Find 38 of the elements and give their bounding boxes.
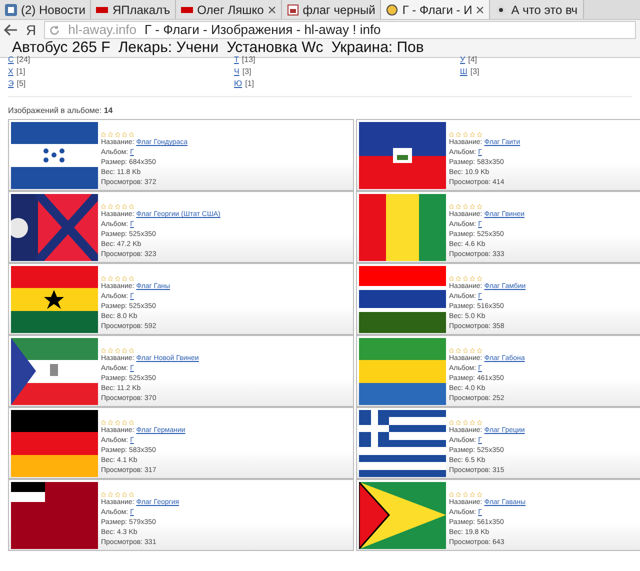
reload-icon	[49, 24, 60, 36]
url-domain: hl-away.info	[68, 21, 137, 40]
address-bar[interactable]: hl-away.info Г - Флаги - Изображения - hl-away ! info	[44, 21, 636, 39]
browser-tab[interactable]: флаг черный	[282, 0, 382, 19]
close-icon[interactable]	[268, 6, 276, 14]
back-arrow-icon[interactable]	[4, 24, 18, 36]
letter-link[interactable]: Ш	[460, 66, 468, 78]
letter-link[interactable]: Т	[234, 54, 239, 66]
letter-count: [3]	[242, 66, 252, 78]
browser-tab[interactable]: (2) Новости	[0, 0, 92, 19]
letter-link[interactable]: Ч	[234, 66, 240, 78]
letter-count: [4]	[468, 54, 477, 66]
letter-link[interactable]: Ю	[234, 78, 242, 90]
close-icon[interactable]	[476, 6, 484, 14]
letter-link[interactable]: Х	[8, 66, 14, 78]
letter-link[interactable]: С	[8, 54, 14, 66]
bookmark-link[interactable]: Лекарь: Учени	[118, 40, 219, 57]
browser-tab[interactable]: Г - Флаги - И	[381, 0, 490, 19]
bookmark-link[interactable]: Украина: Пов	[331, 40, 424, 57]
browser-tab[interactable]: ЯПлакалъ	[91, 0, 176, 19]
letter-link[interactable]: Э	[8, 78, 14, 90]
letter-count: [1]	[245, 78, 254, 90]
letter-count: [24]	[16, 55, 30, 66]
bookmark-link[interactable]: Установка Wc	[226, 40, 324, 57]
image-icon	[286, 4, 299, 16]
page-title: Г - Флаги - Изображения - hl-away ! info	[144, 21, 381, 40]
square-icon	[5, 4, 17, 16]
browser-tab[interactable]: Олег Ляшко	[176, 0, 282, 19]
letter-count: [13]	[242, 54, 256, 66]
browser-logo[interactable]: Я	[22, 20, 40, 40]
bookmark-link[interactable]: Автобус 265 F	[12, 40, 110, 57]
letter-count: [3]	[470, 66, 480, 78]
letter-count: [1]	[16, 66, 26, 78]
browser-tab[interactable]: А что это вч	[490, 0, 584, 19]
round-icon	[386, 4, 398, 16]
album-count: Изображений в альбоме: 14	[8, 106, 113, 115]
letter-count: [5]	[16, 78, 26, 90]
letter-link[interactable]: У	[460, 54, 466, 66]
